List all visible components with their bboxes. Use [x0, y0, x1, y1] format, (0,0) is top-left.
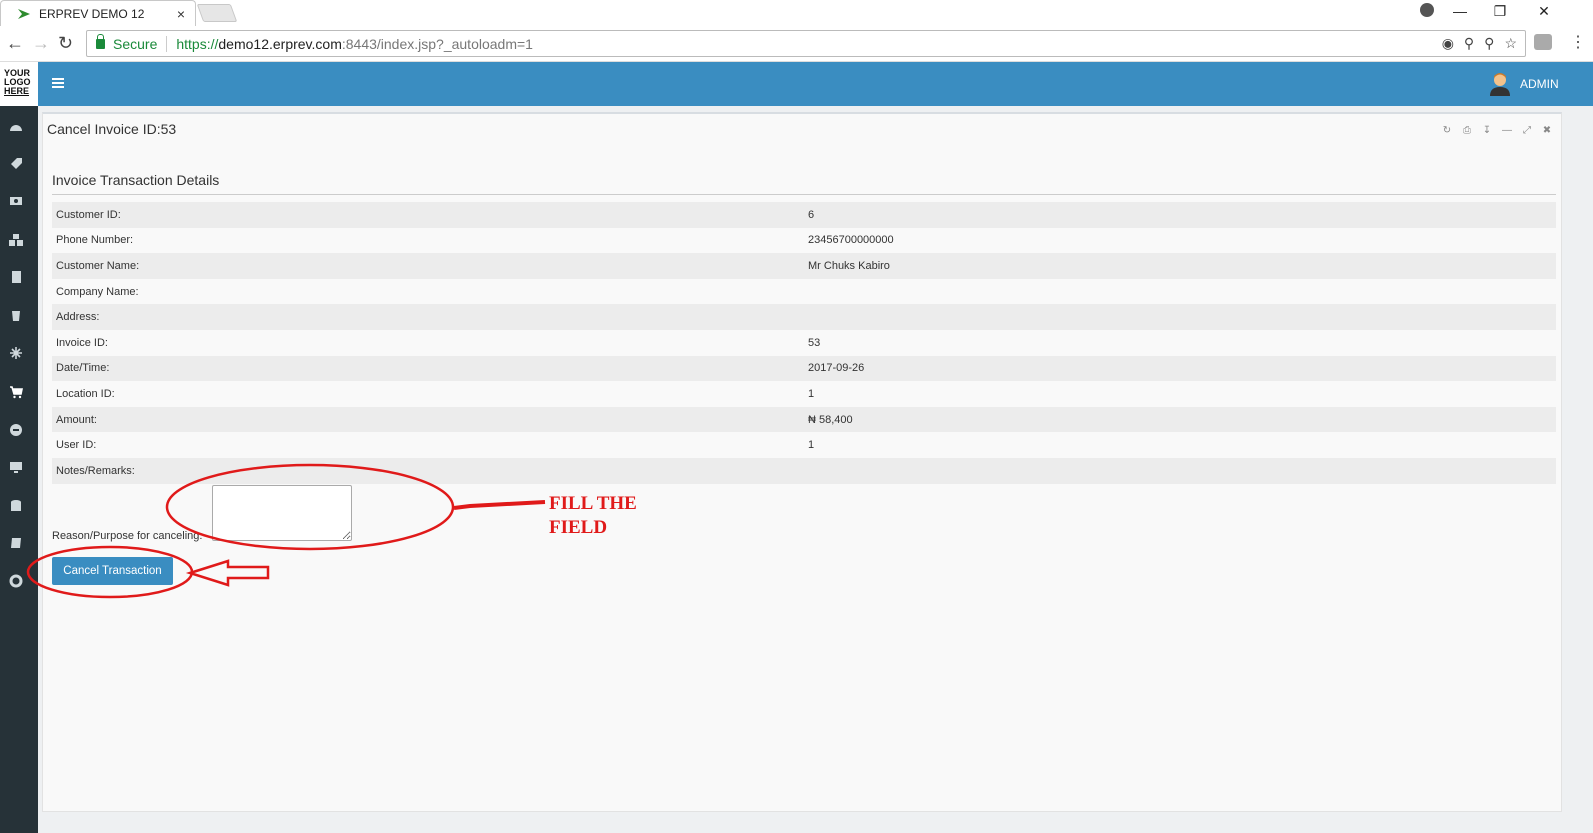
profile-icon[interactable]: [1420, 3, 1434, 17]
table-row: Notes/Remarks:: [52, 457, 1556, 484]
database-icon[interactable]: [9, 499, 23, 513]
app-header: ADMIN: [38, 62, 1593, 106]
erprev-favicon-icon: [18, 8, 30, 19]
annotation-note-line: FIELD: [549, 517, 608, 538]
close-panel-icon[interactable]: ✖: [1541, 125, 1553, 137]
comment-icon[interactable]: [9, 423, 23, 437]
row-label: Invoice ID:: [56, 336, 108, 349]
download-icon[interactable]: ↧: [1481, 125, 1493, 137]
reason-label: Reason/Purpose for canceling:: [52, 530, 203, 542]
back-icon[interactable]: ←: [6, 34, 24, 52]
browser-toolbar: ← → ↻ Secure https://demo12.erprev.com:8…: [0, 26, 1593, 62]
row-label: Phone Number:: [56, 234, 134, 247]
address-bar[interactable]: Secure https://demo12.erprev.com:8443/in…: [86, 30, 1526, 57]
new-tab-button[interactable]: [196, 4, 238, 22]
forward-icon[interactable]: →: [32, 34, 50, 52]
refresh-icon[interactable]: ↻: [1441, 125, 1453, 137]
user-avatar-icon[interactable]: [1490, 72, 1510, 96]
annotation-note: FILL THE FIELD: [549, 492, 679, 540]
row-label: Date/Time:: [56, 362, 110, 375]
browser-tabbar: ERPREV DEMO 12 × — ❐ ✕: [0, 0, 1593, 26]
table-row: Invoice ID: 53: [52, 330, 1556, 356]
annotation-note-line: FILL THE: [549, 493, 637, 514]
tag-icon[interactable]: [9, 156, 23, 170]
table-row: User ID: 1: [52, 432, 1556, 458]
restore-icon[interactable]: ❐: [1478, 0, 1522, 24]
cancel-invoice-panel: Cancel Invoice ID:53 ↻ ⎙ ↧ — ⤢ ✖ Invoice…: [42, 112, 1562, 812]
omnibox-divider: [166, 35, 168, 52]
row-value: 23456700000000: [808, 234, 894, 247]
cancel-transaction-button[interactable]: Cancel Transaction: [52, 557, 173, 585]
row-label: Notes/Remarks:: [56, 464, 135, 477]
table-row: Customer ID: 6: [52, 202, 1556, 228]
page-title: Cancel Invoice ID:53: [47, 121, 177, 137]
table-row: Address:: [52, 304, 1556, 330]
url-host: demo12.erprev.com: [218, 35, 342, 52]
life-ring-icon[interactable]: [9, 574, 23, 588]
shopping-cart-icon[interactable]: [9, 385, 23, 399]
row-label: Location ID:: [56, 387, 115, 400]
table-row: Location ID: 1: [52, 381, 1556, 407]
sidebar: [0, 106, 38, 833]
dashboard-icon[interactable]: [9, 120, 23, 134]
table-row: Date/Time: 2017-09-26: [52, 355, 1556, 382]
url-scheme: https://: [176, 35, 219, 52]
row-value: Mr Chuks Kabiro: [808, 259, 890, 272]
invoice-details-table: Customer ID: 6 Phone Number: 23456700000000…: [52, 202, 1556, 484]
reload-icon[interactable]: ↻: [58, 34, 73, 52]
row-value: 1: [808, 439, 815, 452]
logo[interactable]: YOUR LOGO HERE: [0, 62, 38, 106]
tab-close-icon[interactable]: ×: [177, 6, 185, 22]
row-label: Customer Name:: [56, 259, 140, 272]
bookmark-star-icon[interactable]: ☆: [1504, 35, 1517, 52]
table-row: Company Name:: [52, 279, 1556, 305]
minimize-panel-icon[interactable]: —: [1501, 125, 1513, 137]
key-icon[interactable]: ⚲: [1484, 35, 1494, 52]
book-icon[interactable]: [9, 536, 23, 550]
ledger-icon[interactable]: [9, 270, 23, 284]
reason-textarea[interactable]: [212, 485, 352, 541]
table-row: Phone Number: 23456700000000: [52, 228, 1556, 254]
row-label: User ID:: [56, 439, 97, 452]
window-close-icon[interactable]: ✕: [1522, 0, 1566, 24]
minimize-icon[interactable]: —: [1438, 0, 1482, 24]
money-icon[interactable]: [9, 194, 23, 208]
section-divider: [52, 194, 1556, 195]
row-value: 2017-09-26: [808, 362, 865, 375]
location-icon[interactable]: ◉: [1442, 35, 1454, 52]
row-label: Customer ID:: [56, 208, 121, 221]
row-value: 1: [808, 387, 815, 400]
extension-icon[interactable]: [1534, 34, 1552, 50]
row-label: Address:: [56, 311, 100, 324]
expand-icon[interactable]: ⤢: [1521, 125, 1533, 137]
section-title: Invoice Transaction Details: [52, 172, 220, 188]
row-label: Amount:: [56, 413, 97, 426]
table-row: Amount: ₦ 58,400: [52, 406, 1556, 433]
main-content: Cancel Invoice ID:53 ↻ ⎙ ↧ — ⤢ ✖ Invoice…: [38, 106, 1593, 833]
row-value: 6: [808, 208, 815, 221]
menu-toggle-icon[interactable]: [52, 78, 64, 88]
trash-icon[interactable]: [9, 308, 23, 322]
logo-line: HERE: [4, 86, 30, 96]
row-value: 53: [808, 336, 821, 349]
url-path: :8443/index.jsp?_autoloadm=1: [341, 35, 533, 52]
print-icon[interactable]: ⎙: [1461, 125, 1473, 137]
panel-toolbar: ↻ ⎙ ↧ — ⤢ ✖: [1441, 125, 1553, 137]
monitor-icon[interactable]: [9, 460, 23, 474]
snowflake-icon[interactable]: [9, 346, 23, 360]
row-value: ₦ 58,400: [808, 413, 853, 426]
cubes-icon[interactable]: [9, 233, 23, 247]
browser-menu-icon[interactable]: ⋮: [1570, 32, 1586, 52]
table-row: Customer Name: Mr Chuks Kabiro: [52, 253, 1556, 279]
browser-tab[interactable]: ERPREV DEMO 12 ×: [0, 0, 196, 26]
user-name-label[interactable]: ADMIN: [1520, 77, 1559, 91]
lock-icon: [96, 33, 105, 49]
secure-label: Secure: [113, 35, 158, 52]
zoom-icon[interactable]: ⚲: [1464, 35, 1474, 52]
row-label: Company Name:: [56, 285, 139, 298]
tab-title: ERPREV DEMO 12: [39, 6, 145, 21]
